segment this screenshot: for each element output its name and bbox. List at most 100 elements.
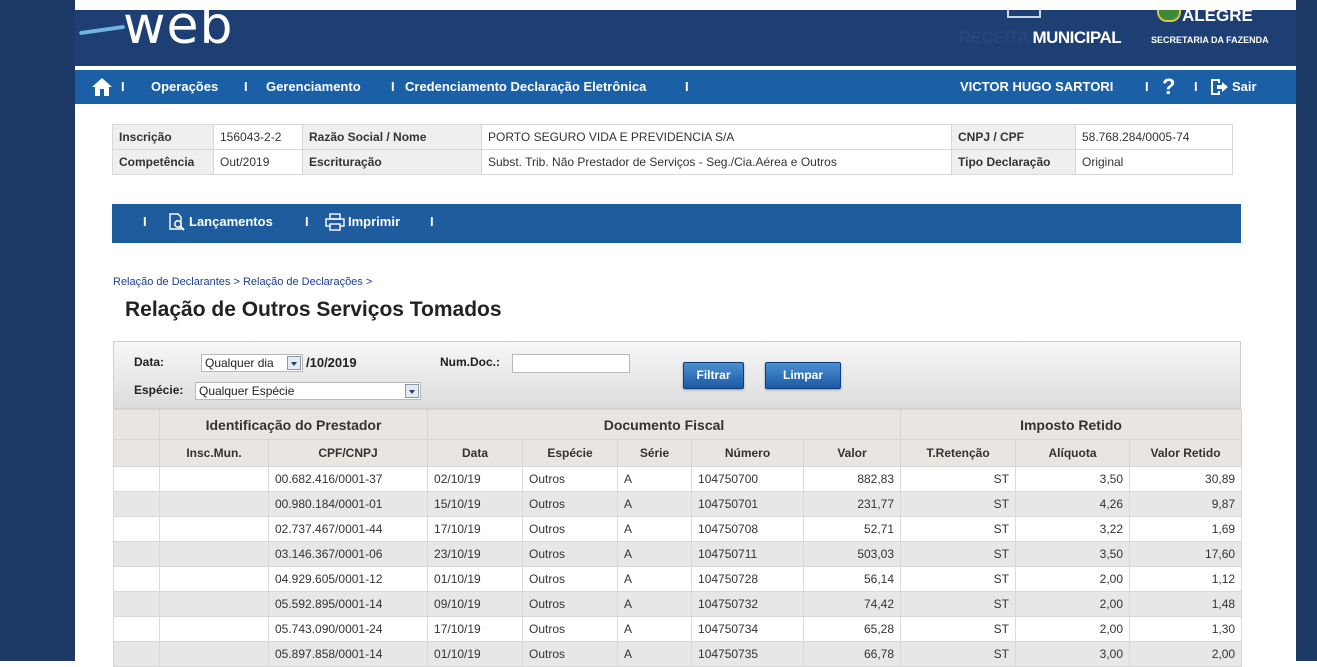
logout-icon[interactable] — [1209, 78, 1229, 96]
table-cell: 231,77 — [803, 491, 902, 517]
column-header[interactable]: T.Retenção — [900, 439, 1017, 467]
especie-select[interactable]: Qualquer Espécie — [195, 382, 421, 400]
table-row[interactable]: 05.897.858/0001-14 01/10/19 Outros A 1047507… — [113, 641, 1243, 667]
table-cell: 15/10/19 — [427, 491, 524, 517]
table-cell: A — [617, 591, 693, 617]
logo-swoosh — [78, 24, 126, 36]
table-cell: A — [617, 616, 693, 642]
table-cell: 05.897.858/0001-14 — [267, 641, 429, 667]
table-cell: A — [617, 516, 693, 542]
table-cell: 00.980.184/0001-01 — [267, 491, 429, 517]
right-frame — [1296, 0, 1317, 661]
column-header[interactable]: Espécie — [522, 439, 619, 467]
column-header[interactable]: Número — [691, 439, 805, 467]
especie-select-value: Qualquer Espécie — [199, 384, 295, 398]
group-header-documento: Documento Fiscal — [427, 409, 902, 440]
column-header[interactable]: Série — [617, 439, 693, 467]
column-header[interactable]: CPF/CNPJ — [267, 439, 429, 467]
table-cell: 1,12 — [1129, 566, 1243, 592]
table-cell: 03.146.367/0001-06 — [267, 541, 429, 567]
table-cell: 104750735 — [691, 641, 805, 667]
table-row[interactable]: 00.682.416/0001-37 02/10/19 Outros A 1047507… — [113, 466, 1243, 492]
breadcrumb-declarantes[interactable]: Relação de Declarantes — [113, 276, 230, 288]
nav-gerenciamento[interactable]: Gerenciamento — [266, 70, 361, 104]
lancamentos-link[interactable]: Lançamentos — [189, 204, 273, 240]
top-frame — [0, 0, 1317, 10]
table-cell: ST — [900, 616, 1017, 642]
column-header[interactable]: Data — [427, 439, 524, 467]
table-cell: 104750732 — [691, 591, 805, 617]
row-selector[interactable] — [113, 491, 160, 517]
row-selector[interactable] — [113, 541, 160, 567]
filtrar-button[interactable]: Filtrar — [683, 362, 744, 389]
day-select[interactable]: Qualquer dia — [201, 354, 303, 372]
imprimir-link[interactable]: Imprimir — [348, 204, 400, 240]
table-cell: 2,00 — [1015, 566, 1131, 592]
table-row[interactable]: 03.146.367/0001-06 23/10/19 Outros A 1047507… — [113, 541, 1243, 567]
table-cell: 05.592.895/0001-14 — [267, 591, 429, 617]
page-title: Relação de Outros Serviços Tomados — [125, 298, 502, 321]
tipo-declaracao-value: Original — [1075, 149, 1233, 175]
nav-credenciamento[interactable]: Credenciamento Declaração Eletrônica — [405, 70, 646, 104]
table-cell — [159, 466, 269, 492]
inscricao-label: Inscrição — [112, 124, 214, 150]
filter-panel: Data: Qualquer dia /10/2019 Num.Doc.: Es… — [113, 341, 1241, 409]
table-cell: ST — [900, 641, 1017, 667]
table-row[interactable]: 00.980.184/0001-01 15/10/19 Outros A 1047507… — [113, 491, 1243, 517]
table-cell: 2,00 — [1015, 591, 1131, 617]
home-icon[interactable] — [91, 77, 113, 97]
column-header[interactable]: Insc.Mun. — [159, 439, 269, 467]
city-emblem — [1157, 10, 1181, 22]
nav-separator: I — [1145, 79, 1149, 94]
escrituracao-label: Escrituração — [302, 149, 482, 175]
row-selector[interactable] — [113, 516, 160, 542]
table-row[interactable]: 05.592.895/0001-14 09/10/19 Outros A 1047507… — [113, 591, 1243, 617]
printer-icon[interactable] — [325, 213, 345, 231]
breadcrumb-declaracoes[interactable]: Relação de Declarações — [243, 276, 363, 288]
column-header[interactable]: Valor — [803, 439, 902, 467]
row-selector[interactable] — [113, 641, 160, 667]
numdoc-label: Num.Doc.: — [440, 355, 500, 369]
table-cell: 104750728 — [691, 566, 805, 592]
numdoc-input[interactable] — [512, 354, 630, 373]
logo: web — [123, 10, 234, 56]
table-cell: 01/10/19 — [427, 641, 524, 667]
declaration-info: Inscrição 156043-2-2 Razão Social / Nome… — [112, 124, 1233, 175]
row-selector[interactable] — [113, 616, 160, 642]
site-header: web RECEITA MUNICIPAL ALEGRE SECRETARIA … — [75, 10, 1296, 66]
table-cell — [159, 641, 269, 667]
table-row[interactable]: 04.929.605/0001-12 01/10/19 Outros A 1047507… — [113, 566, 1243, 592]
table-cell: 23/10/19 — [427, 541, 524, 567]
nav-separator: I — [121, 79, 125, 94]
table-cell: A — [617, 566, 693, 592]
subnav-separator: I — [305, 214, 309, 229]
row-selector[interactable] — [113, 466, 160, 492]
table-cell: Outros — [522, 566, 619, 592]
especie-label: Espécie: — [134, 383, 184, 397]
nav-operacoes[interactable]: Operações — [151, 70, 218, 104]
document-search-icon[interactable] — [167, 213, 185, 231]
limpar-button[interactable]: Limpar — [765, 362, 841, 389]
row-selector[interactable] — [113, 566, 160, 592]
subnav-separator: I — [143, 214, 147, 229]
help-icon[interactable]: ? — [1162, 70, 1175, 104]
table-cell: 882,83 — [803, 466, 902, 492]
table-row[interactable]: 05.743.090/0001-24 17/10/19 Outros A 1047507… — [113, 616, 1243, 642]
receita-emblem — [1007, 10, 1041, 18]
row-selector[interactable] — [113, 591, 160, 617]
city-name: ALEGRE — [1182, 10, 1253, 25]
breadcrumb-separator: > — [230, 276, 243, 288]
day-select-value: Qualquer dia — [205, 356, 274, 370]
table-cell: 104750734 — [691, 616, 805, 642]
logout-link[interactable]: Sair — [1232, 70, 1257, 104]
competencia-value: Out/2019 — [213, 149, 303, 175]
user-name[interactable]: VICTOR HUGO SARTORI — [960, 70, 1113, 104]
inscricao-value: 156043-2-2 — [213, 124, 303, 150]
column-header[interactable]: Valor Retido — [1129, 439, 1243, 467]
table-cell: 3,22 — [1015, 516, 1131, 542]
table-cell: Outros — [522, 616, 619, 642]
table-cell: Outros — [522, 641, 619, 667]
table-cell: 17/10/19 — [427, 616, 524, 642]
table-row[interactable]: 02.737.467/0001-44 17/10/19 Outros A 1047507… — [113, 516, 1243, 542]
column-header[interactable]: Alíquota — [1015, 439, 1131, 467]
